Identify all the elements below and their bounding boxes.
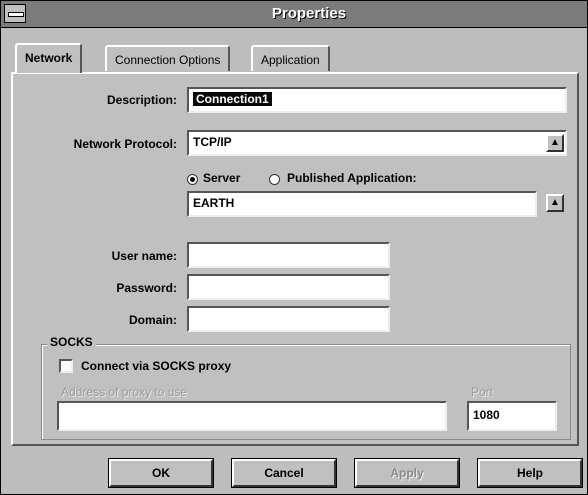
title-bar: Properties: [1, 1, 587, 28]
tab-network[interactable]: Network: [15, 43, 83, 73]
proxy-address-field[interactable]: [57, 401, 447, 431]
ok-button[interactable]: OK: [108, 458, 214, 488]
protocol-dropdown-button[interactable]: ▲: [546, 134, 564, 152]
port-label: Port: [471, 385, 494, 399]
window-title: Properties: [271, 5, 347, 22]
system-menu-icon[interactable]: [4, 4, 26, 23]
username-label: User name:: [111, 249, 177, 263]
properties-dialog: Properties Network Connection Options Ap…: [0, 0, 588, 495]
socks-proxy-checkbox-label[interactable]: Connect via SOCKS proxy: [81, 359, 231, 373]
socks-group-label: SOCKS: [47, 335, 96, 349]
socks-proxy-checkbox[interactable]: [59, 359, 73, 373]
description-value: Connection1: [193, 92, 272, 106]
username-field[interactable]: [187, 242, 390, 268]
server-combo[interactable]: EARTH: [187, 191, 537, 217]
tab-connection-options[interactable]: Connection Options: [105, 45, 231, 71]
network-protocol-select[interactable]: TCP/IP: [187, 130, 567, 156]
dropdown-arrow-icon: ▲: [550, 197, 560, 208]
network-protocol-label: Network Protocol:: [73, 137, 177, 151]
password-label: Password:: [116, 281, 177, 295]
password-field[interactable]: [187, 274, 390, 300]
apply-button[interactable]: Apply: [354, 458, 460, 488]
proxy-address-label: Address of proxy to use: [61, 385, 188, 399]
help-button[interactable]: Help: [477, 458, 583, 488]
description-field[interactable]: Connection1: [187, 87, 567, 113]
published-application-label[interactable]: Published Application:: [287, 171, 417, 185]
server-radio-label[interactable]: Server: [203, 171, 240, 185]
description-label: Description:: [106, 93, 177, 107]
tab-application[interactable]: Application: [251, 45, 330, 71]
server-dropdown-button[interactable]: ▲: [546, 194, 564, 212]
dropdown-arrow-icon: ▲: [550, 137, 560, 148]
domain-label: Domain:: [129, 313, 177, 327]
published-application-radio[interactable]: [269, 174, 280, 185]
domain-field[interactable]: [187, 306, 390, 332]
port-field[interactable]: 1080: [467, 401, 557, 431]
server-radio[interactable]: [187, 174, 198, 185]
cancel-button[interactable]: Cancel: [231, 458, 337, 488]
